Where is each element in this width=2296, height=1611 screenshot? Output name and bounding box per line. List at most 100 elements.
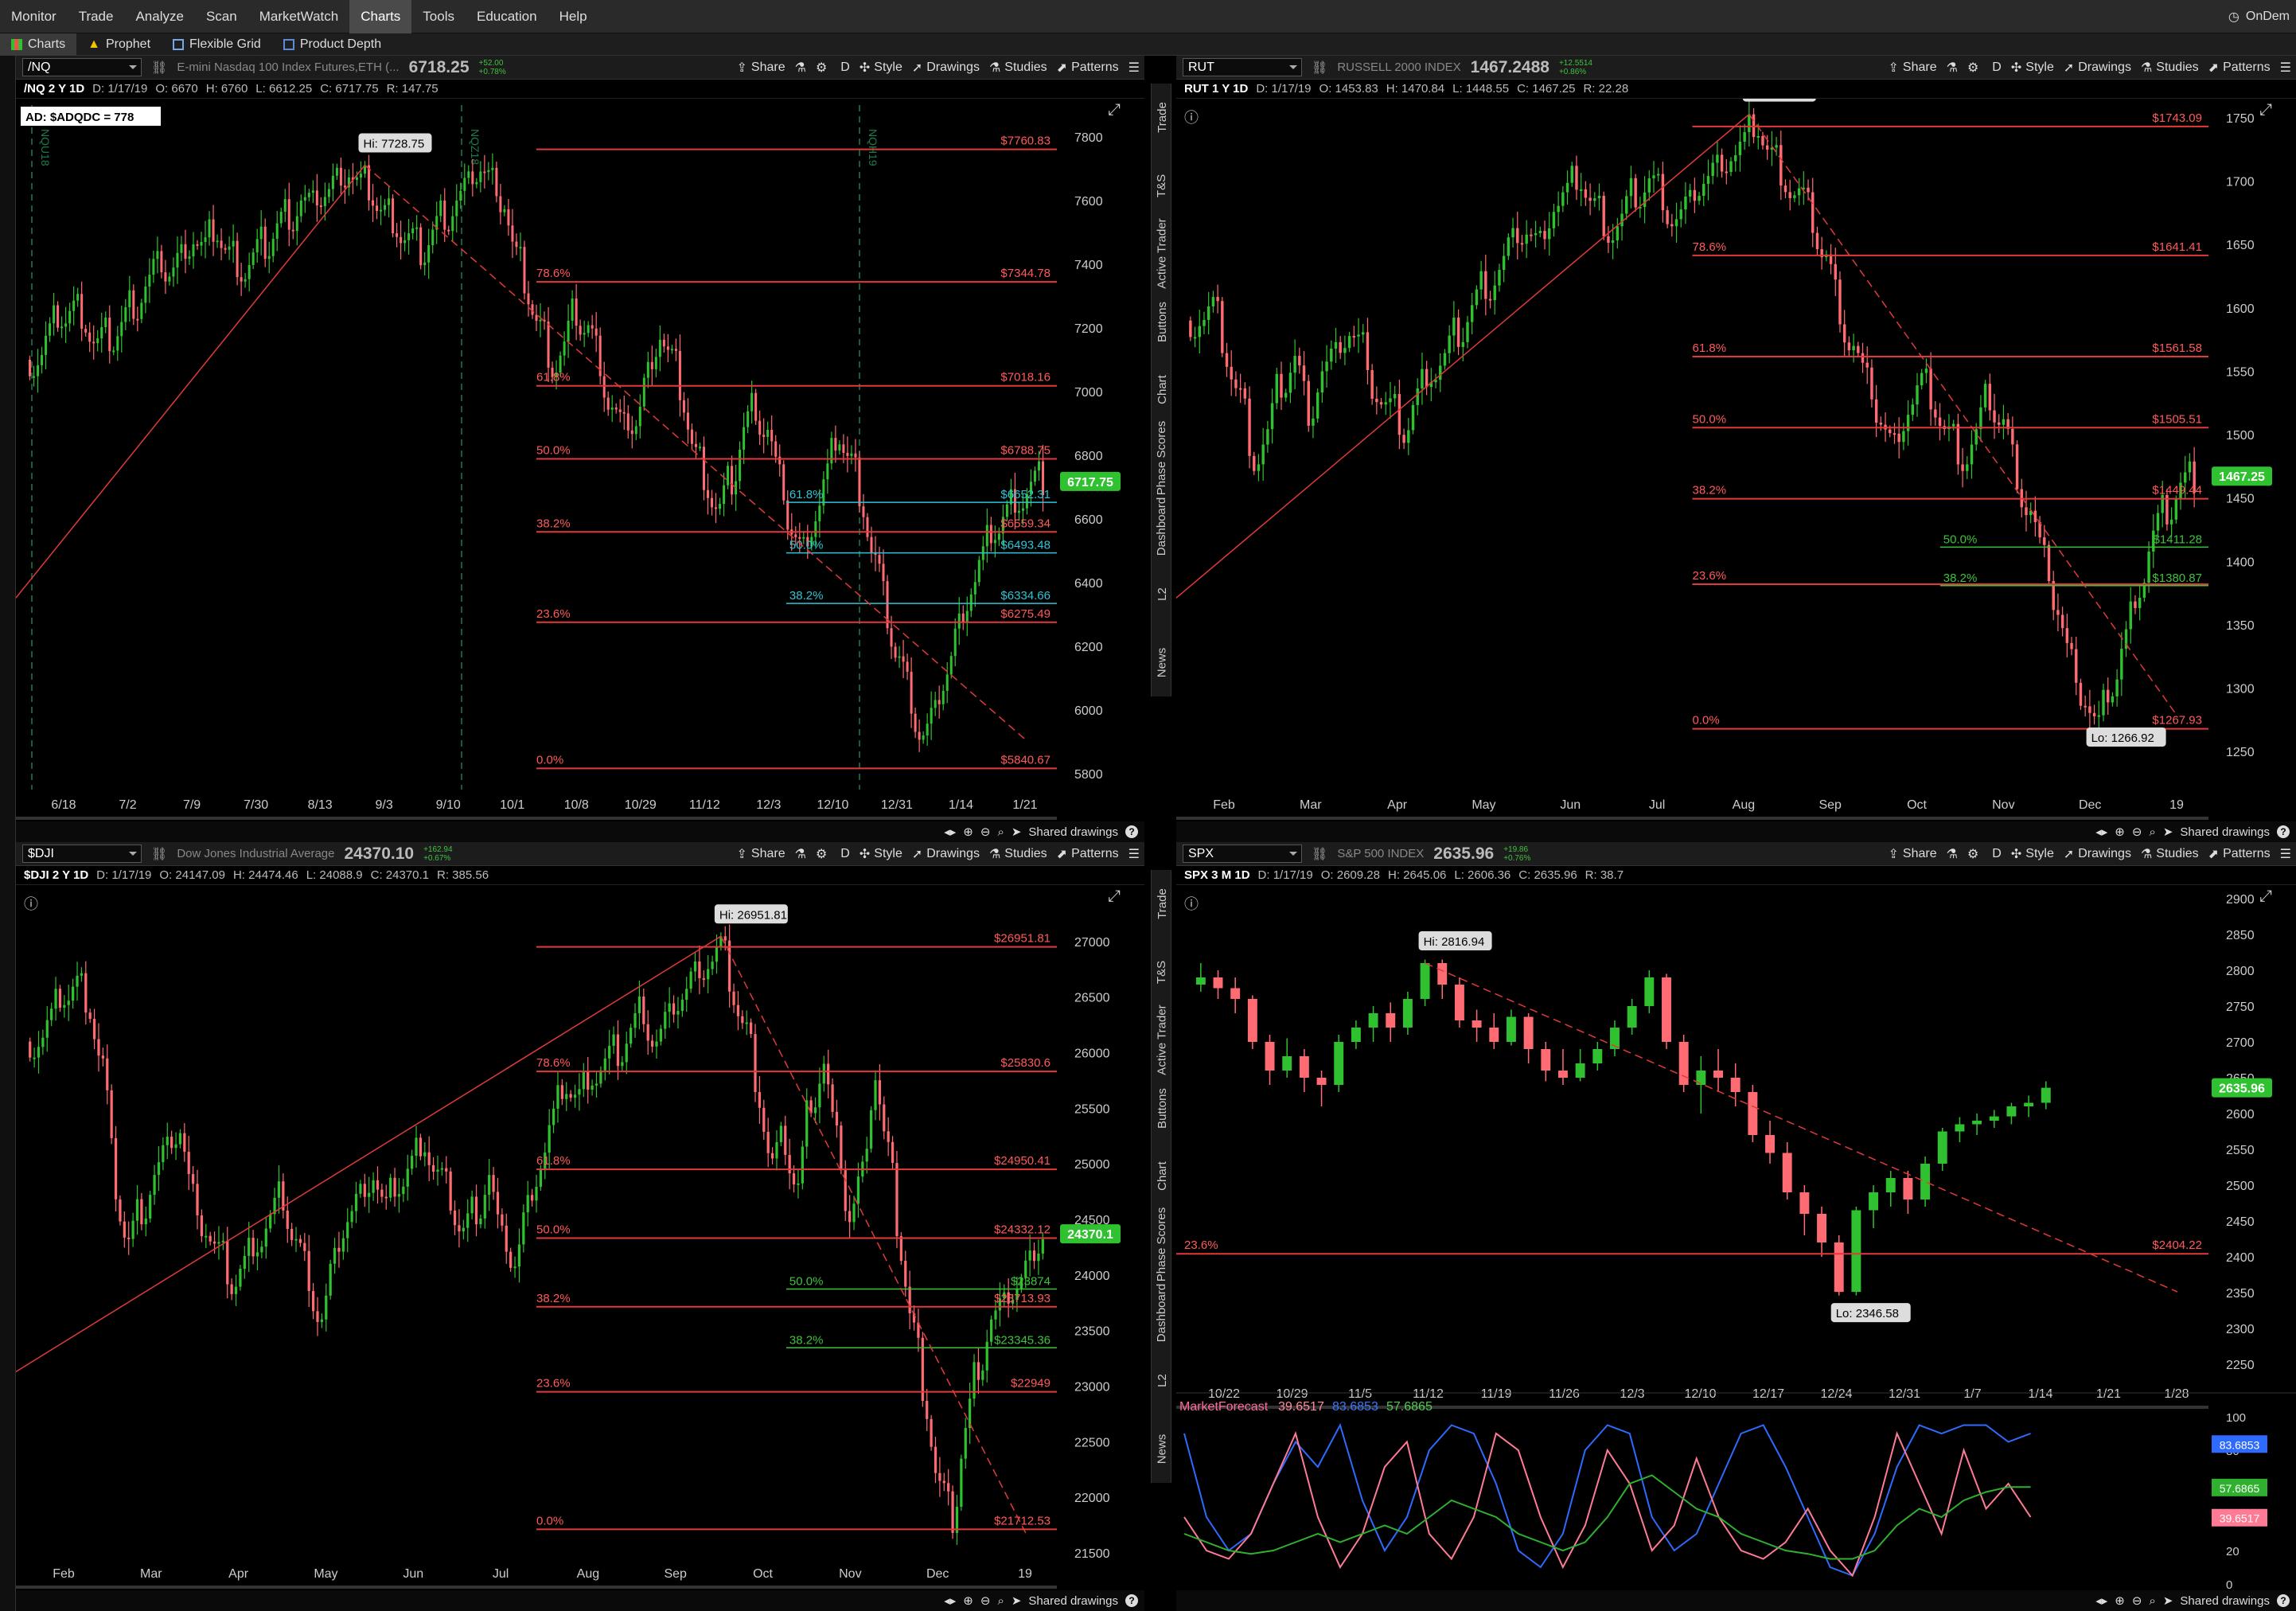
info-icon[interactable]: ⓘ [1184,110,1199,126]
chart-menu-button[interactable]: ☰ [2280,60,2291,76]
symbol-input[interactable]: SPX [1183,845,1302,863]
studies-button[interactable]: ⚗ Studies [2141,846,2199,862]
help-icon[interactable]: ? [2277,825,2290,838]
shared-drawings-link[interactable]: Shared drawings [2180,1594,2270,1608]
link-icon[interactable]: ⛓ [1312,60,1327,76]
shared-drawings-link[interactable]: Shared drawings [2180,825,2270,839]
patterns-button[interactable]: ⬈ Patterns [2208,60,2271,76]
style-button[interactable]: ✣ Style [860,60,902,76]
share-button[interactable]: ⇪ Share [1889,846,1937,862]
menu-analyze[interactable]: Analyze [124,0,194,33]
style-button[interactable]: ✣ Style [2011,846,2054,862]
patterns-button[interactable]: ⬈ Patterns [1057,60,1119,76]
zoom-out-icon[interactable]: ⊖ [2132,1593,2142,1608]
studies-button[interactable]: ⚗ Studies [989,846,1047,862]
subtab-prophet[interactable]: ▲ Prophet [76,33,162,56]
menu-education[interactable]: Education [466,0,548,33]
horizontal-scrollbar[interactable] [16,1586,1057,1589]
sidetab-news[interactable]: News [1152,628,1172,696]
pan-icon[interactable]: ◂▸ [2095,825,2107,839]
flask-button[interactable]: ⚗ [795,60,806,76]
settings-button[interactable]: ⚙ [816,60,827,76]
cursor-icon[interactable]: ➤ [2163,1593,2173,1608]
horizontal-scrollbar[interactable] [1176,1406,2208,1409]
share-button[interactable]: ⇪ Share [1889,60,1937,76]
style-button[interactable]: ✣ Style [2011,60,2054,76]
zoom-in-icon[interactable]: ⊕ [2115,825,2125,839]
sidetab-t-s[interactable]: T&S [1152,938,1172,1007]
studies-button[interactable]: ⚗ Studies [2141,60,2199,76]
sidetab-buttons[interactable]: Buttons [1152,288,1172,357]
drawings-button[interactable]: ➚ Drawings [912,846,980,862]
settings-button[interactable]: ⚙ [1967,846,1978,862]
zoom-out-icon[interactable]: ⊖ [980,825,991,839]
menu-help[interactable]: Help [548,0,598,33]
flask-button[interactable]: ⚗ [1947,60,1958,76]
expand-icon[interactable]: ⤢ [2259,101,2272,119]
help-icon[interactable]: ? [2277,1594,2290,1607]
expand-icon[interactable]: ⤢ [2259,887,2272,905]
subtab-charts[interactable]: Charts [0,33,77,56]
symbol-input[interactable]: /NQ [22,58,142,76]
share-button[interactable]: ⇪ Share [737,60,785,76]
chart-menu-button[interactable]: ☰ [2280,846,2291,862]
subtab-flexible-grid[interactable]: Flexible Grid [162,33,272,56]
sidetab-chart[interactable]: Chart [1152,356,1172,424]
cursor-icon[interactable]: ➤ [1012,825,1022,839]
magnifier-icon[interactable]: ⌕ [997,1594,1004,1608]
magnifier-icon[interactable]: ⌕ [997,825,1004,839]
ondemand-button[interactable]: ◷ OnDem [2228,0,2296,33]
flask-button[interactable]: ⚗ [1947,846,1958,862]
patterns-button[interactable]: ⬈ Patterns [1057,846,1119,862]
link-icon[interactable]: ⛓ [151,846,167,862]
pan-icon[interactable]: ◂▸ [2095,1593,2107,1608]
expand-icon[interactable]: ⤢ [1108,101,1121,119]
horizontal-scrollbar[interactable] [1176,817,2208,820]
help-icon[interactable]: ? [1125,825,1138,838]
sidetab-active-trader[interactable]: Active Trader [1152,1005,1172,1075]
shared-drawings-link[interactable]: Shared drawings [1028,825,1118,839]
menu-marketwatch[interactable]: MarketWatch [248,0,350,33]
drawings-button[interactable]: ➚ Drawings [2064,846,2131,862]
subtab-product-depth[interactable]: Product Depth [272,33,392,56]
drawings-button[interactable]: ➚ Drawings [912,60,980,76]
sidetab-l2[interactable]: L2 [1152,560,1172,629]
chart-menu-button[interactable]: ☰ [1129,60,1140,76]
period-button[interactable]: D [1988,847,2002,861]
sidetab-active-trader[interactable]: Active Trader [1152,219,1172,289]
menu-charts[interactable]: Charts [349,0,412,33]
zoom-in-icon[interactable]: ⊕ [963,1593,973,1608]
cursor-icon[interactable]: ➤ [2163,825,2173,839]
info-icon[interactable]: ⓘ [1184,896,1199,912]
symbol-input[interactable]: $DJI [22,845,142,863]
symbol-input[interactable]: RUT [1183,58,1302,76]
sidetab-t-s[interactable]: T&S [1152,152,1172,220]
sidetab-dashboard[interactable]: Dashboard [1152,1278,1172,1347]
flask-button[interactable]: ⚗ [795,846,806,862]
settings-button[interactable]: ⚙ [1967,60,1978,76]
sidetab-phase-scores[interactable]: Phase Scores [1152,421,1172,495]
link-icon[interactable]: ⛓ [151,60,167,76]
sidetab-news[interactable]: News [1152,1414,1172,1483]
menu-scan[interactable]: Scan [195,0,248,33]
settings-button[interactable]: ⚙ [816,846,827,862]
sidetab-trade[interactable]: Trade [1152,870,1172,938]
zoom-in-icon[interactable]: ⊕ [963,825,973,839]
link-icon[interactable]: ⛓ [1312,846,1327,862]
magnifier-icon[interactable]: ⌕ [2149,1594,2155,1608]
cursor-icon[interactable]: ➤ [1012,1593,1022,1608]
help-icon[interactable]: ? [1125,1594,1138,1607]
sidetab-l2[interactable]: L2 [1152,1347,1172,1415]
studies-button[interactable]: ⚗ Studies [989,60,1047,76]
menu-tools[interactable]: Tools [411,0,466,33]
chart-menu-button[interactable]: ☰ [1129,846,1140,862]
pan-icon[interactable]: ◂▸ [944,825,956,839]
sidetab-chart[interactable]: Chart [1152,1142,1172,1211]
sidetab-phase-scores[interactable]: Phase Scores [1152,1207,1172,1281]
patterns-button[interactable]: ⬈ Patterns [2208,846,2271,862]
sidetab-dashboard[interactable]: Dashboard [1152,492,1172,560]
style-button[interactable]: ✣ Style [860,846,902,862]
sidetab-buttons[interactable]: Buttons [1152,1075,1172,1143]
zoom-out-icon[interactable]: ⊖ [980,1593,991,1608]
period-button[interactable]: D [836,60,850,75]
